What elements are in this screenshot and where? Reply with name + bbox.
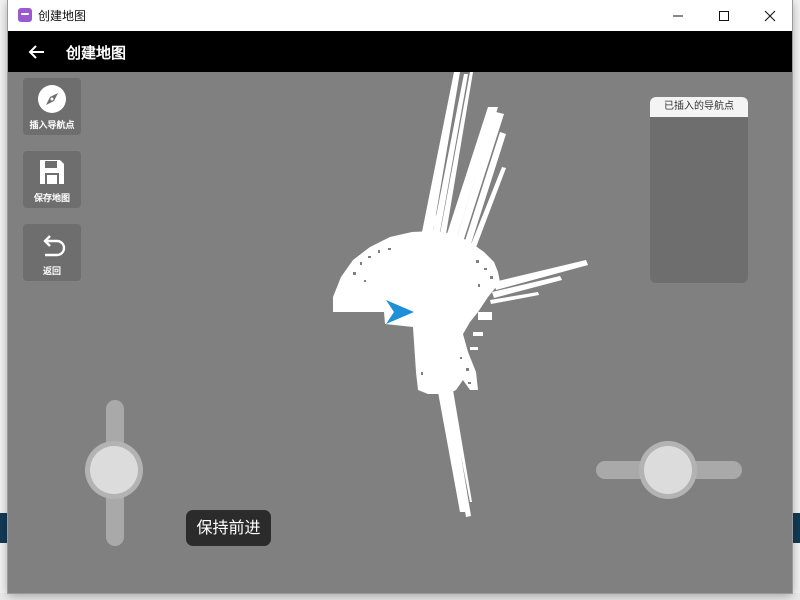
angular-speed-slider-handle[interactable] (644, 446, 692, 494)
background-app-bar-right (792, 513, 800, 543)
return-label: 返回 (42, 267, 61, 277)
floppy-disk-icon (40, 160, 64, 184)
window-title: 创建地图 (38, 9, 87, 23)
insert-waypoint-label: 插入导航点 (29, 121, 75, 131)
minimize-icon (673, 15, 683, 16)
close-button[interactable] (747, 0, 792, 31)
waypoint-list-panel: 已插入的导航点 (650, 97, 748, 283)
background-app-right (792, 0, 800, 600)
minimize-button[interactable] (655, 0, 701, 31)
page-header: 创建地图 (8, 31, 792, 72)
close-icon (764, 10, 776, 21)
background-app-bar-left (0, 513, 8, 543)
maximize-icon (719, 10, 729, 21)
save-map-button[interactable]: 保存地图 (23, 151, 81, 208)
map-canvas[interactable]: 插入导航点 保存地图 返回 已插入的导航点 保持前进 (8, 72, 792, 593)
return-button[interactable]: 返回 (23, 224, 81, 281)
linear-speed-slider-handle[interactable] (90, 446, 138, 494)
title-bar: 创建地图 (8, 0, 792, 31)
waypoint-list-title: 已插入的导航点 (650, 97, 748, 117)
app-window: 创建地图 创建地图 插入导航点 保存地图 返回 已插入的导航点 保持前进 (8, 0, 792, 593)
compass-icon (38, 85, 66, 113)
background-app-bottom (0, 593, 800, 600)
arrow-left-icon[interactable] (26, 41, 48, 63)
maximize-button[interactable] (701, 0, 747, 31)
insert-waypoint-button[interactable]: 插入导航点 (23, 78, 81, 135)
background-app-left (0, 0, 8, 600)
save-map-label: 保存地图 (33, 194, 70, 204)
page-title: 创建地图 (66, 44, 127, 62)
status-toast: 保持前进 (186, 510, 271, 546)
app-icon (18, 8, 32, 22)
undo-icon (43, 235, 66, 257)
